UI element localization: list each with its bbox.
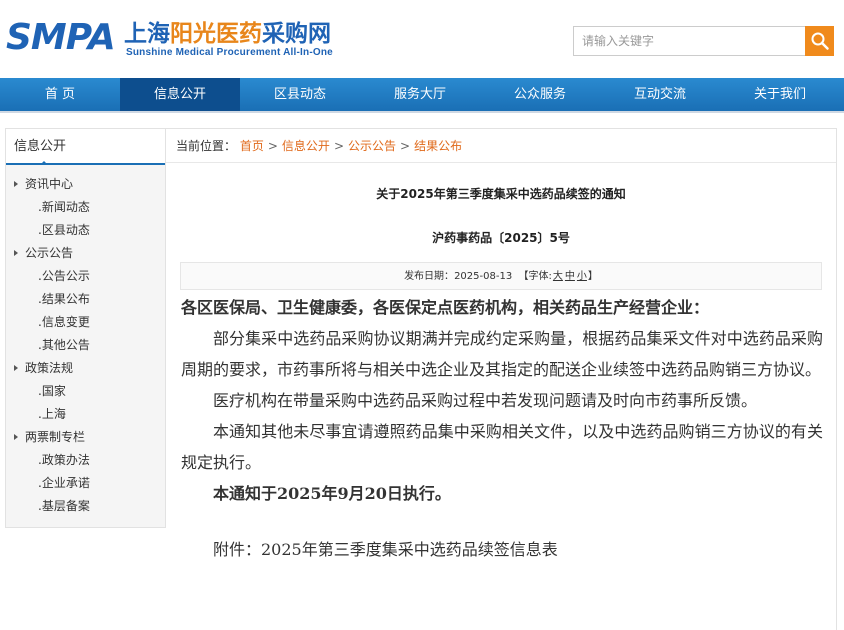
font-size-large-button[interactable]: 大 <box>553 271 563 282</box>
caret-up-icon <box>40 161 48 165</box>
sidebar-group-label: 政策法规 <box>25 361 74 375</box>
font-size-prefix: 【字体: <box>518 271 552 282</box>
site-header: SMPA 上海阳光医药采购网 Sunshine Medical Procurem… <box>0 0 844 78</box>
search-icon <box>811 32 829 50</box>
font-size-medium-button[interactable]: 中 <box>565 271 575 282</box>
article-meta: 发布日期：2025-08-13 【字体:大中小】 <box>180 262 822 290</box>
sidebar-item-policy-measures[interactable]: .政策办法 <box>6 449 165 472</box>
sidebar-item-enterprise-pledge[interactable]: .企业承诺 <box>6 472 165 495</box>
sidebar-menu: 资讯中心 .新闻动态 .区县动态 公示公告 .公告公示 .结果公布 .信息变更 … <box>6 165 165 518</box>
sidebar-item-district-news[interactable]: .区县动态 <box>6 219 165 242</box>
article-doc-number: 沪药事药品〔2025〕5号 <box>432 231 570 245</box>
sidebar-group-two-invoice[interactable]: 两票制专栏 <box>6 426 165 449</box>
breadcrumb-link-info[interactable]: 信息公开 <box>282 139 330 153</box>
search-box <box>573 26 834 56</box>
logo-cn-part-2: 阳光医药 <box>170 20 262 47</box>
breadcrumb-prefix: 当前位置： <box>176 139 237 153</box>
publish-date: 2025-08-13 <box>454 271 513 282</box>
nav-divider <box>0 111 844 113</box>
logo-smpa-text: SMPA <box>6 17 116 58</box>
breadcrumb-separator: > <box>400 139 411 153</box>
logo-cn-part-3: 采购网 <box>262 20 331 47</box>
font-size-small-button[interactable]: 小 <box>577 271 587 282</box>
nav-item-public-service[interactable]: 公众服务 <box>480 78 600 111</box>
breadcrumb-link-results[interactable]: 结果公布 <box>414 139 462 153</box>
search-button[interactable] <box>805 26 834 56</box>
sidebar: 信息公开 资讯中心 .新闻动态 .区县动态 公示公告 .公告公示 .结果公布 .… <box>5 128 166 528</box>
sidebar-item-other-notices[interactable]: .其他公告 <box>6 334 165 357</box>
publish-date-label: 发布日期： <box>404 271 455 282</box>
logo-chinese-name: 上海阳光医药采购网 <box>124 20 331 48</box>
search-input[interactable] <box>573 26 805 56</box>
nav-item-service-hall[interactable]: 服务大厅 <box>360 78 480 111</box>
nav-item-interaction[interactable]: 互动交流 <box>600 78 720 111</box>
font-size-suffix: 】 <box>587 271 598 282</box>
main-content: 当前位置： 首页 > 信息公开 > 公示公告 > 结果公布 关于2025年第三季度集采中选药… <box>166 128 837 630</box>
sidebar-item-public-notice[interactable]: .公告公示 <box>6 265 165 288</box>
article-attachment-link[interactable]: 附件：2025年第三季度集采中选药品续签信息表 <box>181 534 823 565</box>
sidebar-group-policies[interactable]: 政策法规 <box>6 357 165 380</box>
breadcrumb-link-home[interactable]: 首页 <box>240 139 264 153</box>
sidebar-item-shanghai[interactable]: .上海 <box>6 403 165 426</box>
triangle-right-icon <box>14 249 18 256</box>
article-title: 关于2025年第三季度集采中选药品续签的通知 <box>376 187 626 201</box>
article-paragraph: 部分集采中选药品采购协议期满并完成约定采购量，根据药品集采文件对中选药品采购周期… <box>181 329 823 379</box>
nav-item-about-us[interactable]: 关于我们 <box>720 78 840 111</box>
breadcrumb-separator: > <box>333 139 344 153</box>
triangle-right-icon <box>14 364 18 371</box>
sidebar-group-label: 两票制专栏 <box>25 430 86 444</box>
breadcrumb: 当前位置： 首页 > 信息公开 > 公示公告 > 结果公布 <box>166 129 836 163</box>
logo-english-name: Sunshine Medical Procurement All-In-One <box>126 47 333 58</box>
logo-cn-part-1: 上海 <box>124 20 170 47</box>
sidebar-item-news[interactable]: .新闻动态 <box>6 196 165 219</box>
triangle-right-icon <box>14 433 18 440</box>
nav-item-district-news[interactable]: 区县动态 <box>240 78 360 111</box>
nav-item-info-disclosure[interactable]: 信息公开 <box>120 78 240 111</box>
article-body: 各区医保局、卫生健康委，各医保定点医药机构，相关药品生产经营企业： 部分集采中选… <box>166 292 836 565</box>
sidebar-group-label: 资讯中心 <box>25 177 74 191</box>
article-paragraph: 医疗机构在带量采购中选药品采购过程中若发现问题请及时向市药事所反馈。 <box>213 391 758 410</box>
main-nav: 首 页 信息公开 区县动态 服务大厅 公众服务 互动交流 关于我们 <box>0 78 844 111</box>
triangle-right-icon <box>14 180 18 187</box>
sidebar-item-national[interactable]: .国家 <box>6 380 165 403</box>
article-paragraph: 本通知其他未尽事宜请遵照药品集中采购相关文件，以及中选药品购销三方协议的有关规定… <box>181 422 823 472</box>
sidebar-title-text: 信息公开 <box>14 139 67 154</box>
sidebar-item-results[interactable]: .结果公布 <box>6 288 165 311</box>
sidebar-title: 信息公开 <box>6 129 165 165</box>
breadcrumb-link-announcements[interactable]: 公示公告 <box>348 139 396 153</box>
nav-item-home[interactable]: 首 页 <box>0 78 120 111</box>
sidebar-item-info-change[interactable]: .信息变更 <box>6 311 165 334</box>
sidebar-group-announcements[interactable]: 公示公告 <box>6 242 165 265</box>
breadcrumb-separator: > <box>267 139 278 153</box>
sidebar-group-news-center[interactable]: 资讯中心 <box>6 173 165 196</box>
article-salutation: 各区医保局、卫生健康委，各医保定点医药机构，相关药品生产经营企业： <box>181 298 710 317</box>
article-effective-date: 本通知于2025年9月20日执行。 <box>213 484 451 503</box>
sidebar-item-grassroots-filing[interactable]: .基层备案 <box>6 495 165 518</box>
sidebar-group-label: 公示公告 <box>25 246 74 260</box>
